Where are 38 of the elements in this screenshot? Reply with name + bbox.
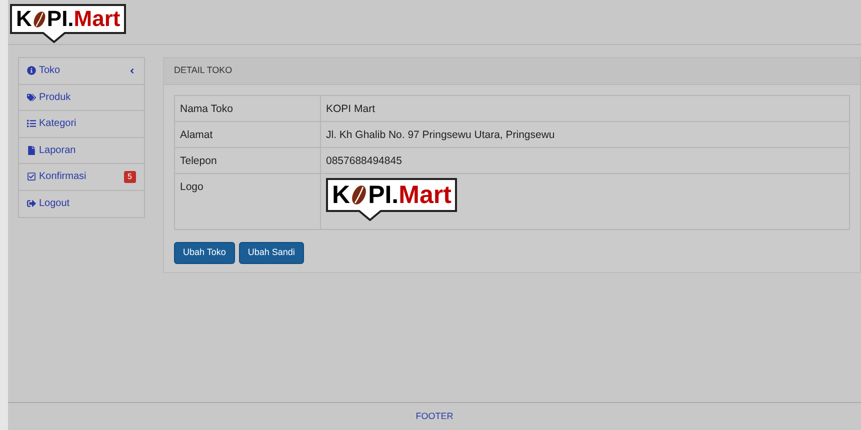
menu-label: Kategori — [39, 117, 76, 132]
logo-text: K — [332, 182, 350, 208]
sidebar-item[interactable]: Produk — [19, 84, 144, 111]
sidebar-item[interactable]: Laporan — [19, 138, 144, 164]
tags-icon — [27, 92, 36, 102]
list-icon — [27, 119, 36, 128]
logout-icon — [27, 199, 36, 208]
menu-label: Laporan — [39, 144, 76, 158]
action-button[interactable]: Ubah Sandi — [238, 242, 304, 264]
panel-title: DETAIL TOKO — [174, 64, 232, 78]
table-cell: 0857688494845 — [320, 148, 850, 174]
sidebar-item[interactable]: Kategori — [19, 111, 144, 138]
coffee-bean-icon — [350, 184, 368, 206]
table-cell: Jl. Kh Ghalib No. 97 Pringsewu Utara, Pringsewu — [320, 122, 850, 148]
sidebar-item[interactable]: Konfirmasi 5 — [19, 164, 144, 190]
action-button[interactable]: Ubah Toko — [174, 242, 235, 264]
coffee-bean-icon — [32, 10, 47, 28]
table-cell: Logo — [174, 174, 320, 230]
info-icon — [27, 66, 36, 76]
menu-label: Toko — [39, 64, 60, 78]
logo-text: PI. — [46, 8, 74, 30]
sidebar-item[interactable]: Logout — [19, 190, 144, 217]
notification-badge: 5 — [124, 170, 136, 183]
logo-text: Mart — [398, 182, 452, 208]
footer-text: FOOTER — [416, 410, 454, 423]
table-cell: Nama Toko — [174, 96, 320, 122]
sidebar-item[interactable]: Toko — [19, 58, 144, 84]
table-cell: KOPI Mart — [320, 96, 850, 122]
checkbox-icon — [27, 172, 36, 182]
table-cell: Alamat — [174, 122, 320, 148]
file-icon — [27, 146, 36, 155]
logo-text: Mart — [74, 8, 120, 30]
menu-label: Konfirmasi — [39, 170, 86, 184]
table-cell: Telepon — [174, 148, 320, 174]
menu-label: Produk — [39, 90, 71, 105]
logo-text: K — [16, 8, 32, 30]
logo-text: PI. — [368, 182, 399, 208]
menu-label: Logout — [39, 197, 70, 212]
